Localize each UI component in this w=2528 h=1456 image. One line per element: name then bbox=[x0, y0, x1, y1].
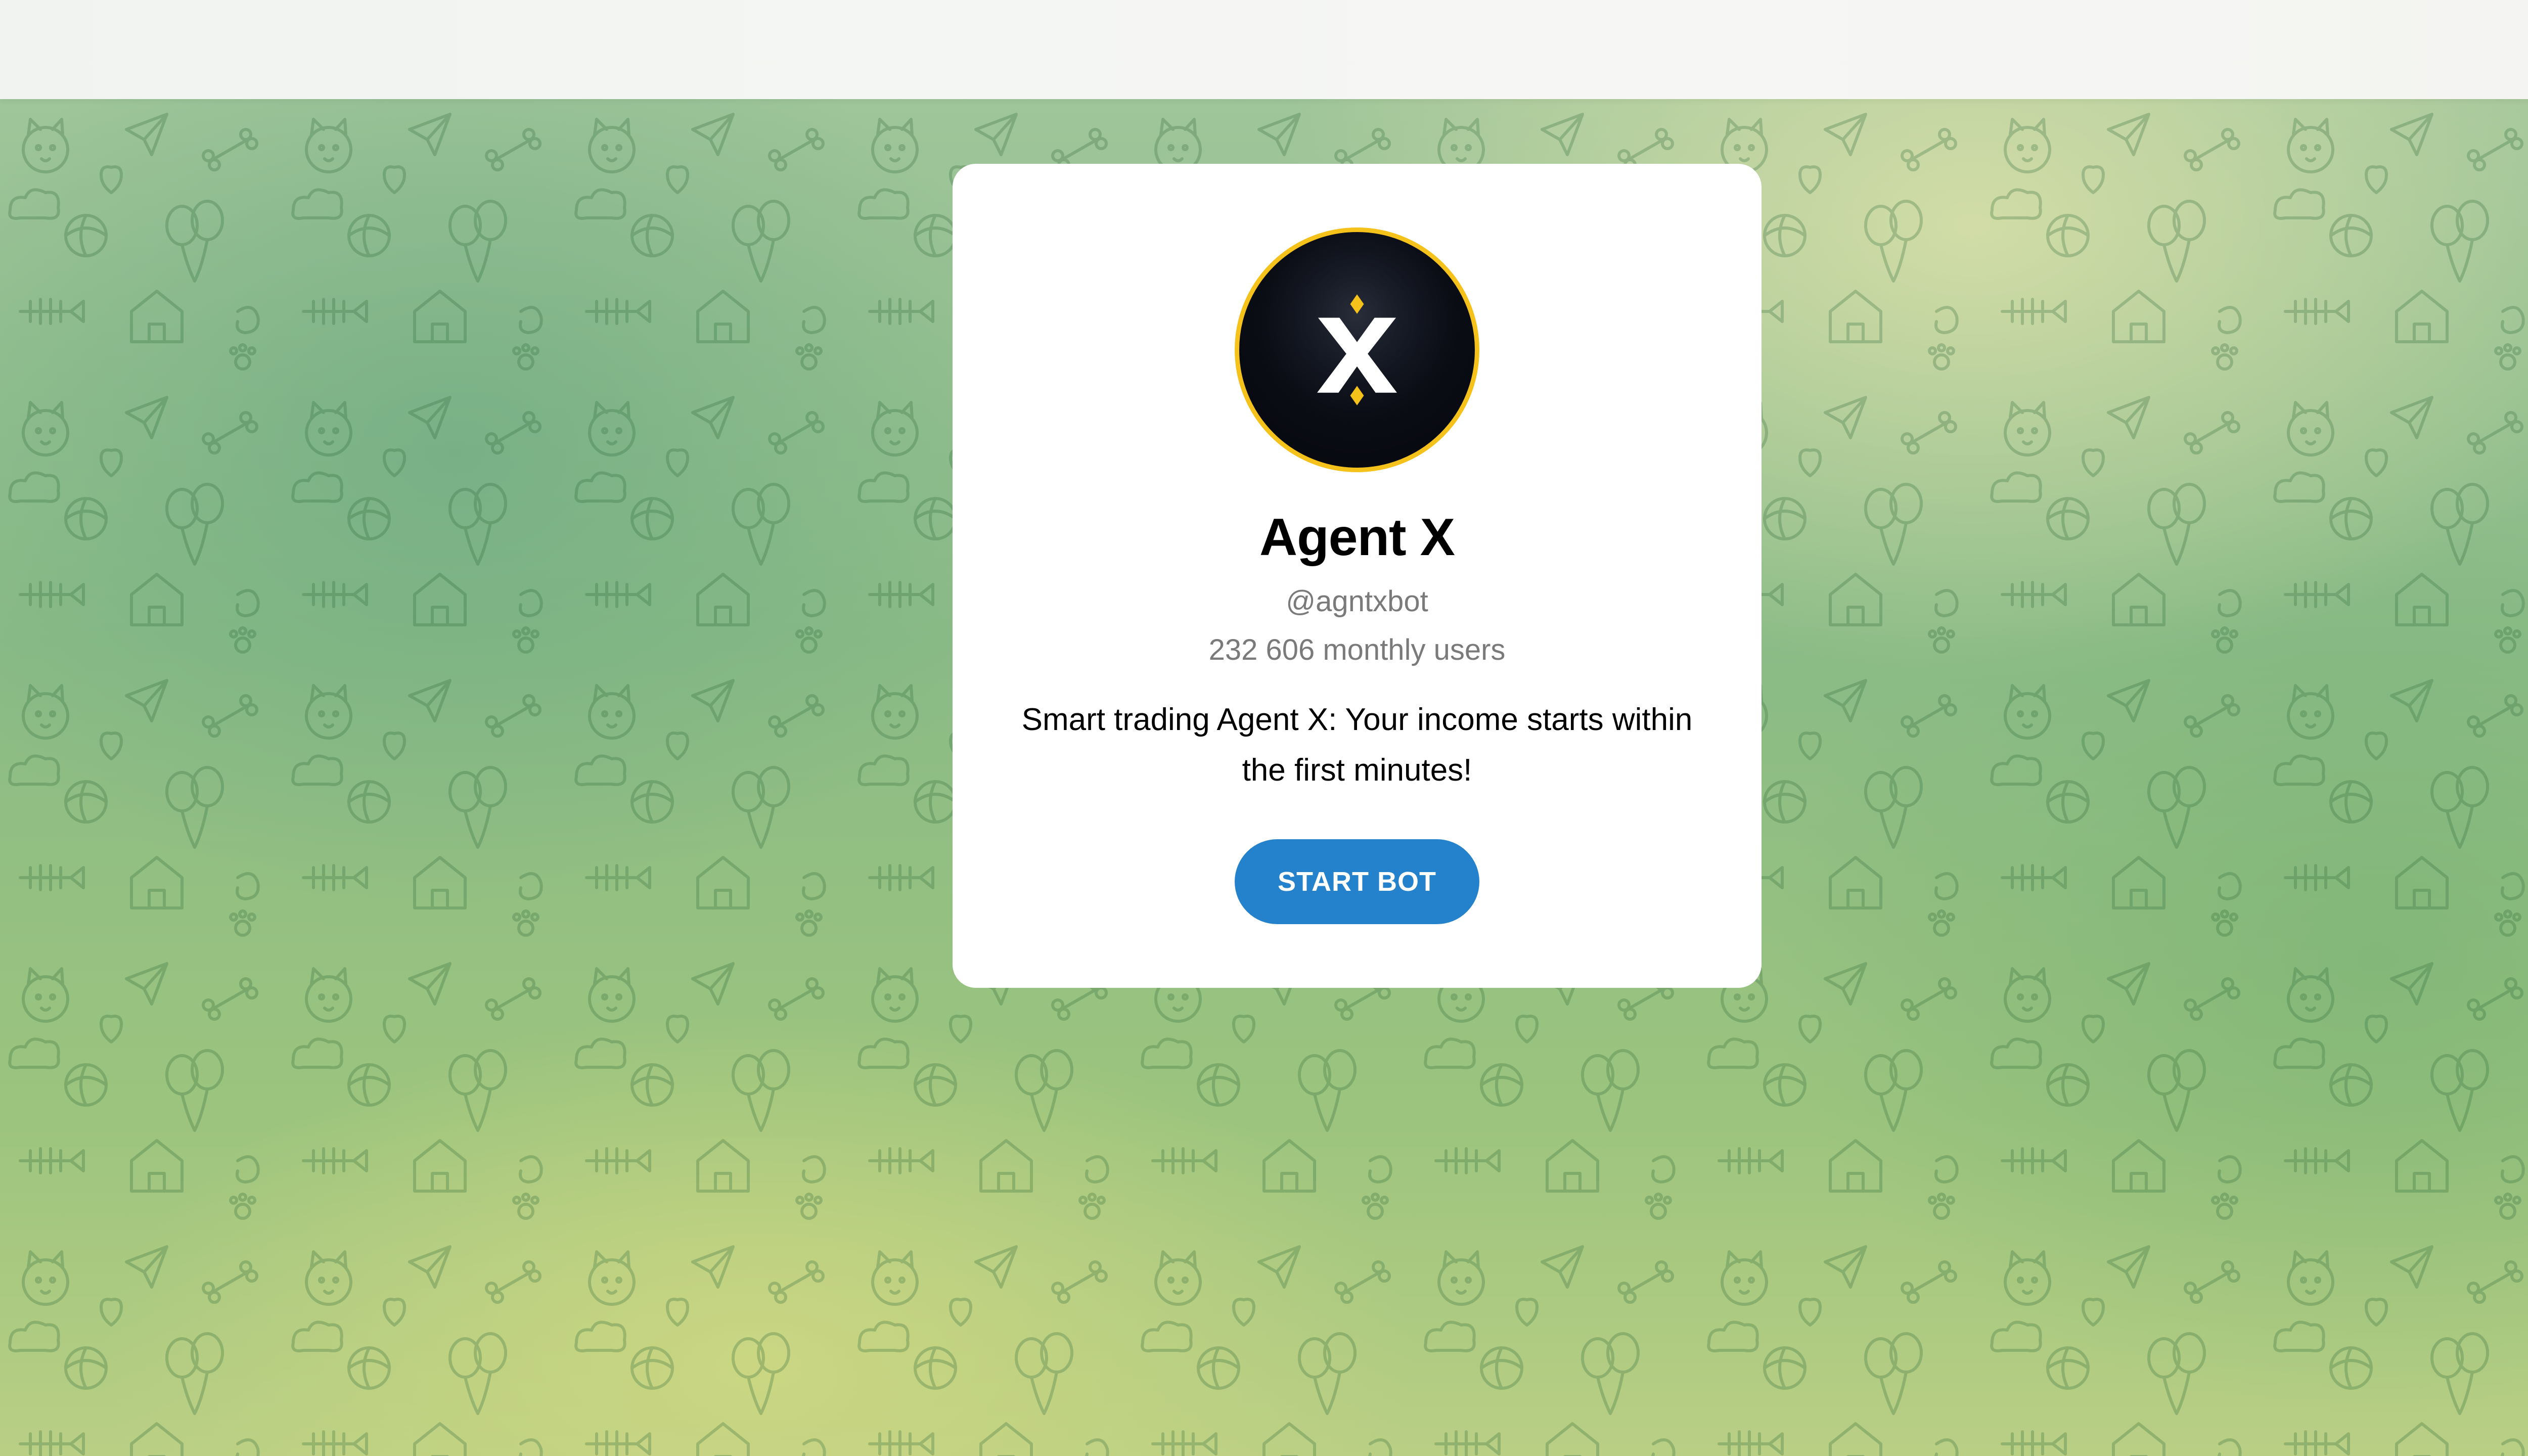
bot-avatar bbox=[1235, 228, 1479, 472]
agent-x-logo-icon bbox=[1240, 233, 1474, 467]
monthly-users-count: 232 606 monthly users bbox=[1208, 633, 1506, 666]
page: Agent X @agntxbot 232 606 monthly users … bbox=[0, 0, 2528, 1456]
bot-name: Agent X bbox=[1259, 508, 1455, 567]
bot-profile-card: Agent X @agntxbot 232 606 monthly users … bbox=[953, 164, 1762, 988]
bot-description: Smart trading Agent X: Your income start… bbox=[1021, 702, 1693, 788]
bot-username: @agntxbot bbox=[1286, 585, 1428, 618]
start-bot-button[interactable]: START BOT bbox=[1235, 839, 1479, 924]
top-header-bar bbox=[0, 0, 2528, 99]
